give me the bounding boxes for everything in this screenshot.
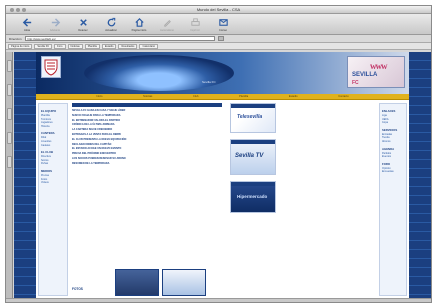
nav-item[interactable]: Plantilla	[239, 95, 248, 98]
address-bar: Dirección http://www.sevillafc.es/	[6, 35, 431, 43]
menu-link[interactable]: Encuestas	[382, 170, 404, 174]
photo-thumbnail[interactable]	[115, 269, 159, 296]
url-input[interactable]: http://www.sevillafc.es/	[24, 36, 215, 41]
refresh-icon	[105, 17, 117, 28]
menu-heading: SERVICIOS	[382, 127, 398, 132]
menu-heading: EL CLUB	[41, 150, 54, 155]
autofill-button[interactable]: Autorrelleno	[156, 17, 178, 32]
ad-banner[interactable]: Sevilla TV	[230, 139, 276, 175]
favorite-link[interactable]: Noticias	[67, 43, 83, 49]
menu-link[interactable]: Peñas	[41, 162, 65, 166]
nav-item[interactable]: Club	[193, 95, 198, 98]
back-button[interactable]: Atrás	[16, 17, 38, 32]
favorites-bar: Página de inicio Sevilla FC Foro Noticia…	[6, 43, 431, 50]
web-page: Sevilla FC www SEVILLA FC Inicio Noticia…	[36, 52, 409, 298]
menu-link[interactable]: Historia	[41, 125, 65, 129]
side-tab-favorites[interactable]	[7, 60, 12, 72]
menu-heading: ENLACES	[382, 109, 396, 113]
favorite-link[interactable]: Plantilla	[84, 43, 100, 49]
window-title: Mundo del Sevilla - CSA	[196, 7, 241, 12]
favorite-link[interactable]: Estadio	[101, 43, 117, 49]
news-headline[interactable]: NUEVO FICHAJE PARA LA TEMPORADA	[72, 114, 222, 117]
news-headline[interactable]: SEVILLA FC GANA EN CASA Y SIGUE LÍDER	[72, 109, 222, 112]
side-tab-history[interactable]	[7, 84, 12, 96]
news-headline[interactable]: LA CANTERA SIGUE CRECIENDO	[72, 128, 222, 131]
menu-heading: EL EQUIPO	[41, 109, 57, 113]
site-nav: Inicio Noticias Club Plantilla Estadio C…	[36, 94, 409, 100]
print-button[interactable]: Imprimir	[184, 17, 206, 32]
mail-icon	[217, 17, 229, 28]
home-icon	[133, 17, 145, 28]
news-header-bar	[72, 103, 222, 107]
news-headline[interactable]: PREVIA DEL PRÓXIMO ENCUENTRO	[72, 152, 222, 155]
menu-link[interactable]: Abonos	[382, 140, 404, 144]
stop-button[interactable]: Detener	[72, 17, 94, 32]
forward-arrow-icon	[49, 17, 61, 28]
menu-heading: CANTERA	[41, 131, 55, 136]
menu-link[interactable]: Vídeos	[41, 181, 65, 185]
nav-item[interactable]: Inicio	[96, 95, 102, 98]
address-label: Dirección	[9, 36, 22, 41]
page-viewport: Sevilla FC www SEVILLA FC Inicio Noticia…	[14, 52, 431, 298]
pen-icon	[161, 17, 173, 28]
go-button[interactable]	[217, 36, 224, 41]
left-pattern-border	[14, 52, 36, 298]
title-bar[interactable]: Mundo del Sevilla - CSA	[6, 6, 431, 14]
explorer-side-tabs	[6, 52, 13, 298]
news-headline[interactable]: LOS SOCIOS PUEDEN RENOVAR SU ABONO	[72, 157, 222, 160]
news-headline[interactable]: CRÓNICA DE LA ÚLTIMA JORNADA	[72, 123, 222, 126]
favorite-link[interactable]: Resultados	[118, 43, 138, 49]
side-tab-channels[interactable]	[7, 156, 12, 168]
menu-link[interactable]: Cadetes	[41, 144, 65, 148]
banner-caption: Sevilla FC	[202, 80, 216, 84]
news-headline[interactable]: EL ESTADIO ACOGE UN NUEVO EVENTO	[72, 147, 222, 150]
forward-button[interactable]: Adelante	[44, 17, 66, 32]
photo-label: FOTOS	[72, 287, 83, 291]
printer-icon	[189, 17, 201, 28]
ad-banner[interactable]: Hipermercado	[230, 181, 276, 213]
news-headline[interactable]: RESUMEN DE LA TEMPORADA	[72, 162, 222, 165]
left-menu: EL EQUIPO Plantilla Técnicos Jugadores H…	[38, 103, 68, 296]
side-tab-search[interactable]	[7, 108, 12, 120]
site-banner: Sevilla FC www SEVILLA FC	[36, 52, 409, 94]
nav-item[interactable]: Contacto	[338, 95, 348, 98]
news-column: SEVILLA FC GANA EN CASA Y SIGUE LÍDER NU…	[72, 103, 222, 296]
promo-banner[interactable]: www SEVILLA FC	[347, 56, 405, 88]
menu-heading: MEDIOS	[41, 168, 53, 173]
home-button[interactable]: Página inicio	[128, 17, 150, 32]
news-headline[interactable]: ENTRADAS A LA VENTA PARA EL DERBI	[72, 133, 222, 136]
stadium-photo	[84, 55, 234, 91]
news-headline[interactable]: EL CLUB PRESENTA LA NUEVA EQUIPACIÓN	[72, 138, 222, 141]
menu-link[interactable]: Eventos	[382, 155, 404, 159]
menu-heading: AGENDA	[382, 146, 395, 151]
menu-link[interactable]: Copa	[382, 121, 404, 125]
news-headline[interactable]: EL ENTRENADOR VALORA EL PARTIDO	[72, 119, 222, 122]
nav-item[interactable]: Noticias	[143, 95, 152, 98]
refresh-button[interactable]: Actualizar	[100, 17, 122, 32]
status-bar	[6, 298, 431, 302]
favorite-link[interactable]: Página de inicio	[8, 43, 33, 49]
ad-banner[interactable]: Telesevilla	[230, 103, 276, 133]
right-pattern-border	[409, 52, 431, 298]
ad-title: Hipermercado	[237, 194, 268, 199]
club-crest-logo[interactable]	[41, 56, 61, 78]
stop-x-icon	[77, 17, 89, 28]
photo-strip: FOTOS	[72, 269, 222, 296]
right-menu: ENLACES Liga UEFA Copa SERVICIOS Entrada…	[379, 103, 407, 296]
ad-title: Sevilla TV	[235, 153, 264, 159]
mail-button[interactable]: Correo	[212, 17, 234, 32]
ad-title: Telesevilla	[237, 114, 263, 120]
nav-item[interactable]: Estadio	[289, 95, 298, 98]
menu-heading: FORO	[382, 161, 391, 166]
side-tab-scrapbook[interactable]	[7, 132, 12, 144]
photo-thumbnail[interactable]	[162, 269, 206, 296]
ads-column: Telesevilla Sevilla TV Hipermercado	[230, 103, 276, 296]
back-arrow-icon	[21, 17, 33, 28]
news-headline[interactable]: DECLARACIONES DEL CAPITÁN	[72, 143, 222, 146]
favorite-link[interactable]: Foro	[54, 43, 66, 49]
favorite-link[interactable]: Sevilla FC	[34, 43, 53, 49]
browser-toolbar: Atrás Adelante Detener Actualizar Página…	[6, 14, 431, 35]
favorite-link[interactable]: Calendario	[139, 43, 159, 49]
browser-window: Mundo del Sevilla - CSA Atrás Adelante D…	[5, 5, 432, 303]
